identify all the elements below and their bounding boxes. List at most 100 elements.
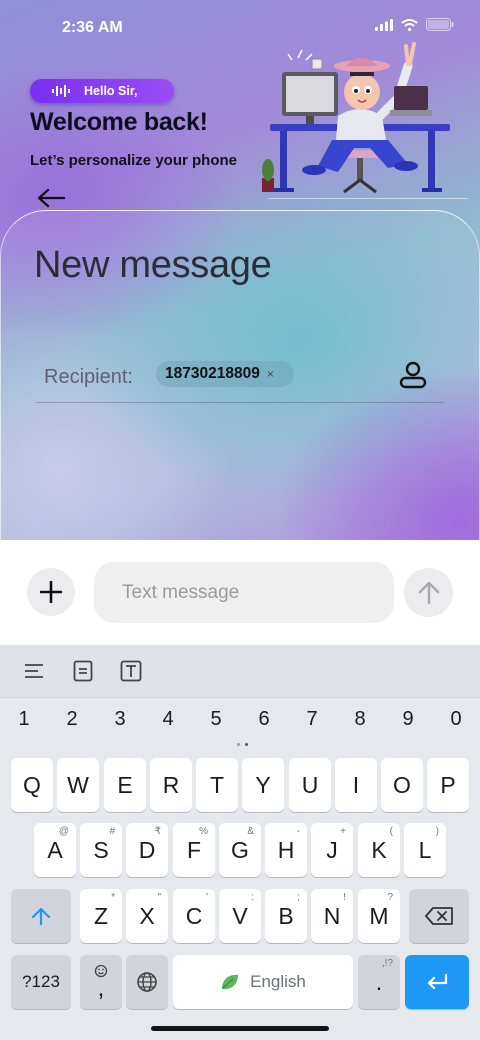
key-c-alt: ': [206, 892, 208, 903]
key-f[interactable]: % F: [173, 823, 215, 877]
key-9[interactable]: 9: [390, 708, 426, 731]
key-7[interactable]: 7: [294, 708, 330, 731]
emoji-comma-key[interactable]: ,: [80, 955, 122, 1009]
key-d[interactable]: ₹ D: [126, 823, 168, 877]
recipient-underline: [36, 402, 444, 403]
plus-icon: [40, 581, 62, 603]
welcome-heading: Welcome back!: [30, 108, 208, 136]
key-n-label: N: [323, 902, 341, 929]
key-z[interactable]: * Z: [80, 889, 122, 943]
hero-divider: [268, 198, 468, 199]
key-t[interactable]: T: [196, 758, 238, 812]
key-y[interactable]: Y: [242, 758, 284, 812]
key-6[interactable]: 6: [246, 708, 282, 731]
period-label: .: [375, 968, 383, 995]
key-h[interactable]: -H: [265, 823, 307, 877]
key-j[interactable]: + J: [311, 823, 353, 877]
key-8[interactable]: 8: [342, 708, 378, 731]
key-b-label: B: [278, 902, 294, 929]
page-indicator: [237, 743, 248, 746]
key-1[interactable]: 1: [6, 708, 42, 731]
send-button[interactable]: [404, 568, 453, 617]
status-icons: [375, 18, 454, 31]
key-p[interactable]: P: [427, 758, 469, 812]
globe-icon: [137, 972, 157, 992]
message-input[interactable]: [94, 562, 394, 623]
greeting-text: Hello Sir,: [84, 84, 138, 98]
key-g-label: G: [231, 836, 249, 863]
key-r[interactable]: R: [150, 758, 192, 812]
back-arrow-icon[interactable]: [36, 186, 66, 210]
key-a-label: A: [47, 836, 63, 863]
key-n-alt: !: [343, 892, 346, 903]
key-k[interactable]: (K: [358, 823, 400, 877]
key-i[interactable]: I: [335, 758, 377, 812]
key-n[interactable]: ! N: [311, 889, 353, 943]
key-a-alt: @: [58, 826, 69, 837]
space-key[interactable]: English: [173, 955, 353, 1009]
key-b[interactable]: ; B: [265, 889, 307, 943]
key-4[interactable]: 4: [150, 708, 186, 731]
signal-icon: [375, 18, 393, 31]
document-icon[interactable]: [72, 660, 94, 682]
remove-recipient-icon[interactable]: ×: [267, 367, 274, 381]
key-v-label: V: [232, 902, 248, 929]
key-k-label: K: [371, 836, 387, 863]
enter-key[interactable]: [405, 955, 469, 1009]
language-key[interactable]: [126, 955, 168, 1009]
text-align-icon[interactable]: [23, 660, 45, 682]
contact-picker-icon[interactable]: [399, 361, 427, 389]
key-2[interactable]: 2: [54, 708, 90, 731]
key-h-alt: -: [296, 826, 300, 837]
symbols-key[interactable]: ?123: [11, 955, 71, 1009]
period-alt: ,!?: [381, 958, 393, 969]
key-a[interactable]: @ A: [34, 823, 76, 877]
comma-label: ,: [97, 975, 105, 1002]
key-u[interactable]: U: [289, 758, 331, 812]
recipient-number: 18730218809: [165, 365, 260, 382]
battery-icon: [426, 18, 454, 31]
key-g[interactable]: & G: [219, 823, 261, 877]
key-m[interactable]: ? M: [358, 889, 400, 943]
add-attachment-button[interactable]: [27, 568, 75, 616]
enter-icon: [427, 973, 448, 990]
leaf-icon: [222, 974, 239, 990]
backspace-key[interactable]: [409, 889, 469, 943]
key-w[interactable]: W: [57, 758, 99, 812]
shift-key[interactable]: [11, 889, 71, 943]
key-z-alt: *: [111, 892, 115, 903]
key-l-label: L: [418, 836, 432, 863]
home-indicator[interactable]: [151, 1026, 329, 1031]
period-key[interactable]: ,!?.: [358, 955, 400, 1009]
key-e[interactable]: E: [104, 758, 146, 812]
key-v-alt: :: [251, 892, 254, 903]
key-l[interactable]: ) L: [404, 823, 446, 877]
key-j-label: J: [326, 836, 338, 863]
key-x[interactable]: " X: [126, 889, 168, 943]
key-3[interactable]: 3: [102, 708, 138, 731]
key-q[interactable]: Q: [11, 758, 53, 812]
status-time: 2:36 AM: [62, 19, 123, 36]
shift-icon: [31, 907, 51, 926]
key-5[interactable]: 5: [198, 708, 234, 731]
text-format-icon[interactable]: [120, 660, 142, 682]
key-x-label: X: [139, 902, 155, 929]
key-c[interactable]: ' C: [173, 889, 215, 943]
key-g-alt: &: [247, 826, 254, 837]
backspace-icon: [425, 907, 453, 925]
recipient-chip[interactable]: 18730218809 ×: [156, 361, 294, 387]
recipient-label: Recipient:: [44, 366, 133, 388]
key-v[interactable]: :V: [219, 889, 261, 943]
key-j-alt: +: [340, 826, 346, 837]
key-0[interactable]: 0: [438, 708, 474, 731]
greeting-badge: Hello Sir,: [30, 79, 174, 103]
key-d-label: D: [138, 836, 156, 863]
key-s[interactable]: # S: [80, 823, 122, 877]
key-h-label: H: [277, 836, 295, 863]
key-z-label: Z: [93, 902, 109, 929]
voice-wave-icon: [52, 85, 70, 97]
workspace-illustration: [262, 42, 450, 194]
key-c-label: C: [185, 902, 203, 929]
key-o[interactable]: O: [381, 758, 423, 812]
key-s-label: S: [93, 836, 109, 863]
